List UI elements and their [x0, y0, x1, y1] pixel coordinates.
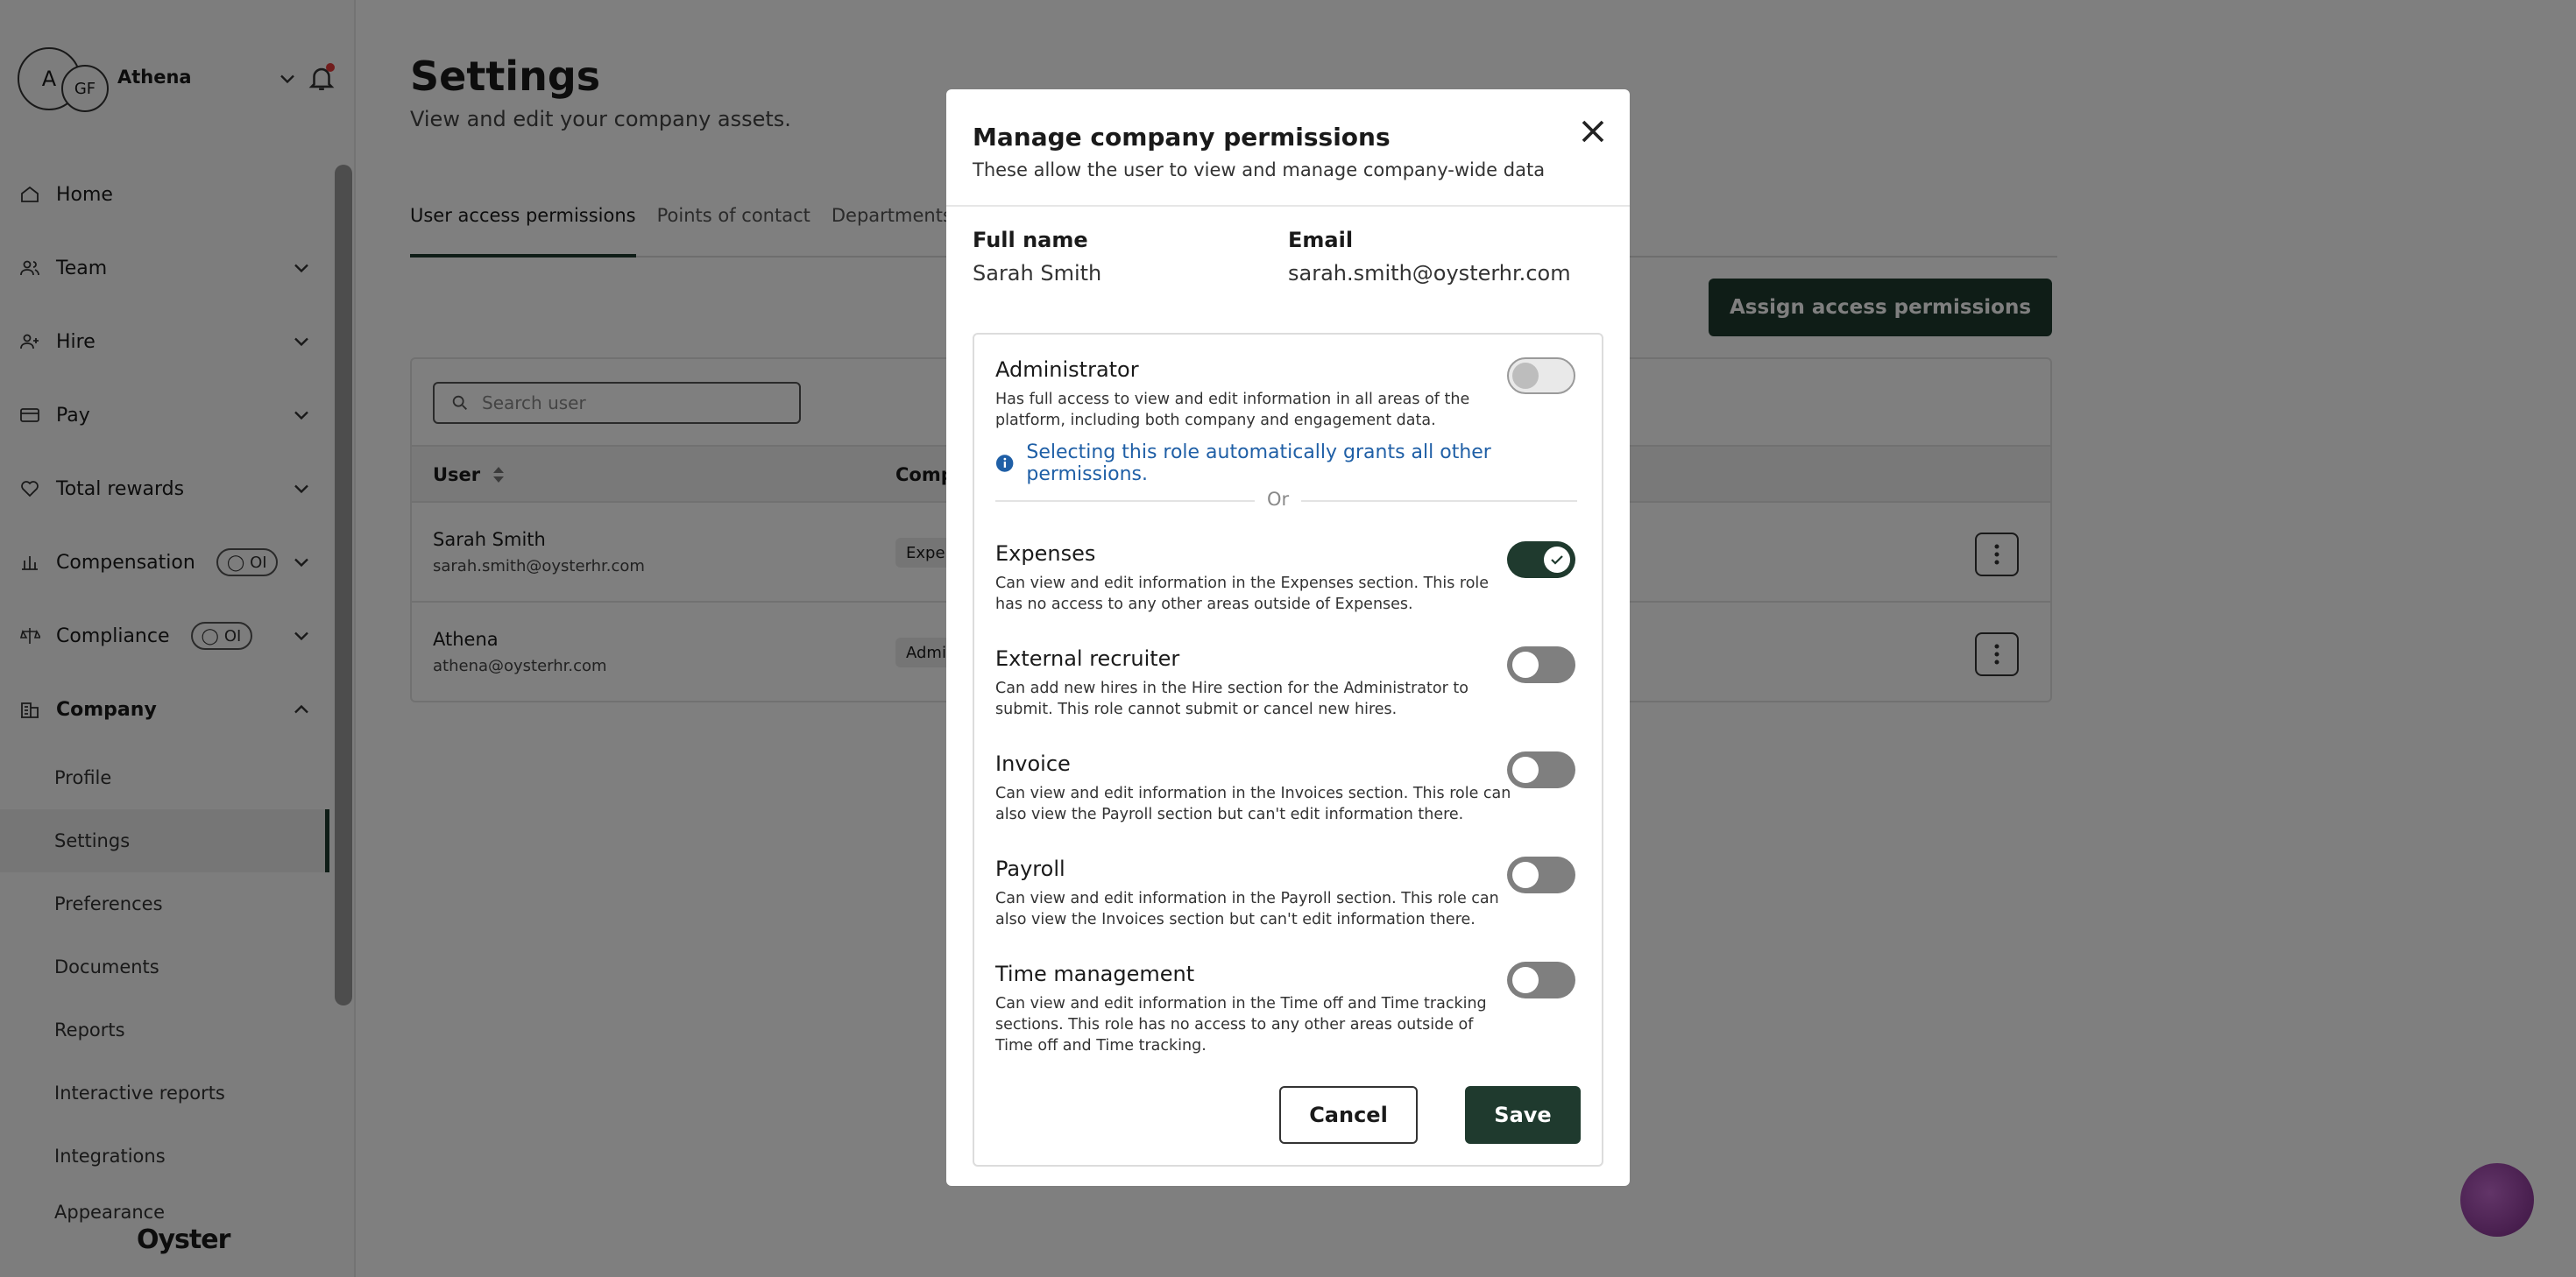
email-label: Email: [1288, 228, 1354, 252]
permission-description: Has full access to view and edit informa…: [995, 391, 1470, 429]
permission-description: Can view and edit information in the Exp…: [995, 575, 1490, 613]
external-recruiter-toggle[interactable]: [1507, 646, 1575, 683]
permission-time-management: Time management Can view and edit inform…: [995, 962, 1574, 1056]
permission-title: Invoice: [995, 751, 1071, 776]
permission-payroll: Payroll Can view and edit information in…: [995, 857, 1574, 930]
close-icon[interactable]: [1574, 112, 1612, 151]
time-management-toggle[interactable]: [1507, 962, 1575, 998]
permission-description: Can view and edit information in the Pay…: [995, 890, 1499, 928]
permission-description: Can view and edit information in the Inv…: [995, 785, 1511, 823]
modal-title: Manage company permissions: [973, 123, 1391, 152]
toggle-knob: [1544, 547, 1570, 573]
email-value: sarah.smith@oysterhr.com: [1288, 261, 1571, 286]
permission-title: Expenses: [995, 541, 1096, 566]
toggle-knob: [1512, 757, 1539, 783]
permission-title: Payroll: [995, 857, 1065, 881]
invoice-toggle[interactable]: [1507, 751, 1575, 788]
permissions-list: Administrator Has full access to view an…: [973, 333, 1603, 1167]
or-divider: Or: [995, 489, 1577, 512]
full-name-value: Sarah Smith: [973, 261, 1102, 286]
manage-permissions-modal: Manage company permissions These allow t…: [946, 89, 1630, 1186]
cancel-button[interactable]: Cancel: [1279, 1086, 1418, 1144]
modal-description: These allow the user to view and manage …: [973, 159, 1546, 180]
permission-expenses: Expenses Can view and edit information i…: [995, 541, 1574, 615]
permission-external-recruiter: External recruiter Can add new hires in …: [995, 646, 1574, 720]
expenses-toggle[interactable]: [1507, 541, 1575, 578]
toggle-knob: [1512, 862, 1539, 888]
toggle-knob: [1512, 967, 1539, 993]
permission-description: Can add new hires in the Hire section fo…: [995, 680, 1468, 718]
toggle-knob: [1512, 363, 1539, 389]
admin-info-note: Selecting this role automatically grants…: [995, 441, 1602, 485]
toggle-knob: [1512, 652, 1539, 678]
payroll-toggle[interactable]: [1507, 857, 1575, 893]
permission-title: Time management: [995, 962, 1195, 986]
permission-description: Can view and edit information in the Tim…: [995, 995, 1487, 1055]
save-button[interactable]: Save: [1465, 1086, 1581, 1144]
administrator-toggle[interactable]: [1507, 357, 1575, 394]
permission-invoice: Invoice Can view and edit information in…: [995, 751, 1574, 825]
permission-administrator: Administrator Has full access to view an…: [995, 357, 1574, 431]
full-name-label: Full name: [973, 228, 1088, 252]
check-icon: [1551, 555, 1563, 565]
permission-title: Administrator: [995, 357, 1139, 382]
info-icon: [995, 455, 1014, 472]
permission-title: External recruiter: [995, 646, 1180, 671]
modal-header: Manage company permissions These allow t…: [946, 89, 1630, 207]
